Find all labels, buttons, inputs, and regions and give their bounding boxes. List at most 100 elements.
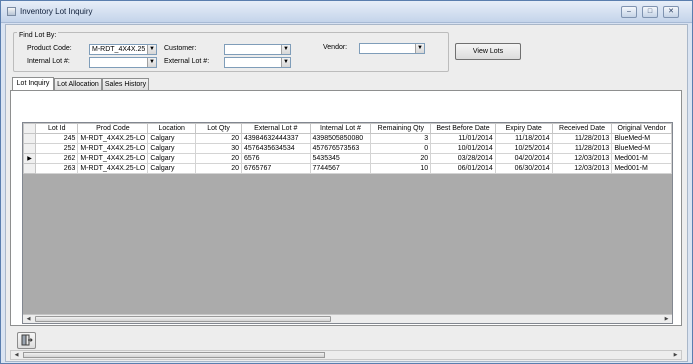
grid-horizontal-scrollbar[interactable]: ◀ ▶ <box>23 314 672 323</box>
form-scroll-thumb[interactable] <box>23 352 325 358</box>
grid-scroll-thumb[interactable] <box>35 316 331 322</box>
row-selector[interactable]: ▶ <box>23 153 37 164</box>
exit-door-icon <box>21 334 33 346</box>
scroll-left-icon[interactable]: ◀ <box>24 315 33 323</box>
cell-location[interactable]: Calgary <box>147 163 197 174</box>
grid-header-row: Lot Id Prod Code Location Lot Qty Extern… <box>23 123 672 134</box>
close-button[interactable]: ✕ <box>663 6 679 18</box>
cell-remaining-qty[interactable]: 3 <box>370 133 432 144</box>
cell-location[interactable]: Calgary <box>147 133 197 144</box>
cell-best-before[interactable]: 11/01/2014 <box>430 133 496 144</box>
tab-lot-allocation[interactable]: Lot Allocation <box>54 78 102 90</box>
tab-lot-inquiry[interactable]: Lot Inquiry <box>12 77 54 90</box>
cell-remaining-qty[interactable]: 0 <box>370 143 432 154</box>
maximize-button[interactable]: □ <box>642 6 658 18</box>
cell-expiry[interactable]: 10/25/2014 <box>494 143 553 154</box>
exit-button[interactable] <box>17 332 36 349</box>
cell-remaining-qty[interactable]: 10 <box>370 163 432 174</box>
column-header[interactable]: Internal Lot # <box>309 123 372 134</box>
cell-lot-id[interactable]: 245 <box>35 133 79 144</box>
view-lots-button[interactable]: View Lots <box>455 43 521 60</box>
column-header[interactable]: Original Vendor <box>611 123 672 134</box>
table-row[interactable]: 263 M-RDT_4X4X.25-LO Calgary 20 6765767 … <box>23 163 672 174</box>
scroll-right-icon[interactable]: ▶ <box>662 315 671 323</box>
cell-vendor[interactable]: Med001-M <box>611 153 672 164</box>
cell-best-before[interactable]: 10/01/2014 <box>430 143 496 154</box>
cell-prod-code[interactable]: M-RDT_4X4X.25-LO <box>77 153 149 164</box>
chevron-down-icon[interactable]: ▼ <box>147 58 156 67</box>
cell-remaining-qty[interactable]: 20 <box>370 153 432 164</box>
cell-lot-id[interactable]: 263 <box>35 163 79 174</box>
cell-external-lot[interactable]: 43984632444337 <box>241 133 311 144</box>
row-selector[interactable] <box>23 163 37 174</box>
cell-internal-lot[interactable]: 7744567 <box>309 163 372 174</box>
minimize-button[interactable]: – <box>621 6 637 18</box>
column-header[interactable]: Expiry Date <box>494 123 553 134</box>
cell-prod-code[interactable]: M-RDT_4X4X.25-LO <box>77 163 149 174</box>
cell-lot-qty[interactable]: 20 <box>195 133 242 144</box>
cell-best-before[interactable]: 03/28/2014 <box>430 153 496 164</box>
lot-inquiry-panel: Lot Id Prod Code Location Lot Qty Extern… <box>10 90 682 326</box>
cell-lot-id[interactable]: 252 <box>35 143 79 154</box>
cell-lot-qty[interactable]: 30 <box>195 143 242 154</box>
cell-lot-id[interactable]: 262 <box>35 153 79 164</box>
chevron-down-icon[interactable]: ▼ <box>281 58 290 67</box>
title-bar[interactable]: Inventory Lot Inquiry – □ ✕ <box>1 1 692 23</box>
row-selector[interactable] <box>23 143 37 154</box>
cell-expiry[interactable]: 11/18/2014 <box>494 133 553 144</box>
form-content: Find Lot By: Product Code: M-RDT_4X4X.25… <box>5 24 688 362</box>
column-header[interactable]: Received Date <box>551 123 613 134</box>
column-header[interactable]: Lot Id <box>35 123 79 134</box>
scroll-left-icon[interactable]: ◀ <box>12 351 21 359</box>
cell-prod-code[interactable]: M-RDT_4X4X.25-LO <box>77 143 149 154</box>
cell-external-lot[interactable]: 6765767 <box>241 163 311 174</box>
external-lot-combo[interactable]: ▼ <box>224 57 291 68</box>
chevron-down-icon[interactable]: ▼ <box>415 44 424 53</box>
cell-vendor[interactable]: BlueMed-M <box>611 143 672 154</box>
cell-received[interactable]: 12/03/2013 <box>551 163 613 174</box>
product-code-combo[interactable]: M-RDT_4X4X.25 ▼ <box>89 44 157 55</box>
cell-internal-lot[interactable]: 457676573563 <box>309 143 372 154</box>
cell-received[interactable]: 12/03/2013 <box>551 153 613 164</box>
table-row[interactable]: ▶ 262 M-RDT_4X4X.25-LO Calgary 20 6576 5… <box>23 153 672 164</box>
column-header[interactable]: Lot Qty <box>195 123 242 134</box>
customer-label: Customer: <box>164 45 197 52</box>
cell-expiry[interactable]: 04/20/2014 <box>494 153 553 164</box>
cell-location[interactable]: Calgary <box>147 153 197 164</box>
cell-vendor[interactable]: BlueMed-M <box>611 133 672 144</box>
form-horizontal-scrollbar[interactable]: ◀ ▶ <box>10 350 682 360</box>
column-header[interactable]: Remaining Qty <box>370 123 432 134</box>
cell-lot-qty[interactable]: 20 <box>195 153 242 164</box>
column-header[interactable]: Location <box>147 123 197 134</box>
cell-location[interactable]: Calgary <box>147 143 197 154</box>
cell-received[interactable]: 11/28/2013 <box>551 143 613 154</box>
cell-vendor[interactable]: Med001-M <box>611 163 672 174</box>
scroll-right-icon[interactable]: ▶ <box>671 351 680 359</box>
cell-best-before[interactable]: 06/01/2014 <box>430 163 496 174</box>
main-window: Inventory Lot Inquiry – □ ✕ Find Lot By:… <box>0 0 693 364</box>
cell-prod-code[interactable]: M-RDT_4X4X.25-LO <box>77 133 149 144</box>
column-header[interactable]: External Lot # <box>241 123 311 134</box>
cell-external-lot[interactable]: 6576 <box>241 153 311 164</box>
tab-sales-history[interactable]: Sales History <box>102 78 149 90</box>
cell-lot-qty[interactable]: 20 <box>195 163 242 174</box>
column-header[interactable]: Best Before Date <box>430 123 496 134</box>
row-selector-header[interactable] <box>23 123 37 134</box>
chevron-down-icon[interactable]: ▼ <box>147 45 156 54</box>
chevron-down-icon[interactable]: ▼ <box>281 45 290 54</box>
internal-lot-combo[interactable]: ▼ <box>89 57 157 68</box>
column-header[interactable]: Prod Code <box>77 123 149 134</box>
cell-internal-lot[interactable]: 5435345 <box>309 153 372 164</box>
table-row[interactable]: 252 M-RDT_4X4X.25-LO Calgary 30 45764356… <box>23 143 672 154</box>
cell-external-lot[interactable]: 4576435634534 <box>241 143 311 154</box>
lots-grid[interactable]: Lot Id Prod Code Location Lot Qty Extern… <box>22 122 673 324</box>
row-selector[interactable] <box>23 133 37 144</box>
internal-lot-label: Internal Lot #: <box>27 58 70 65</box>
vendor-combo[interactable]: ▼ <box>359 43 425 54</box>
external-lot-label: External Lot #: <box>164 58 210 65</box>
cell-received[interactable]: 11/28/2013 <box>551 133 613 144</box>
cell-internal-lot[interactable]: 4398505850080 <box>309 133 372 144</box>
cell-expiry[interactable]: 06/30/2014 <box>494 163 553 174</box>
table-row[interactable]: 245 M-RDT_4X4X.25-LO Calgary 20 43984632… <box>23 133 672 144</box>
customer-combo[interactable]: ▼ <box>224 44 291 55</box>
